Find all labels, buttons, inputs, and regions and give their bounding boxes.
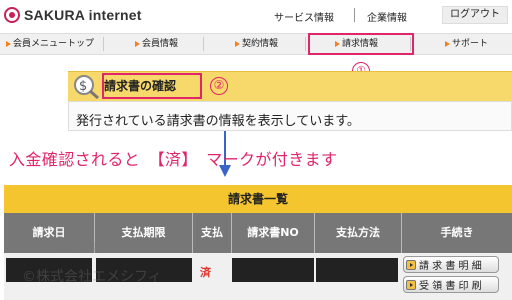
member-nav-bar: 会員メニュートップ 会員情報 契約情報 請求情報 サポート [0,33,512,55]
sakura-logo[interactable]: SAKURA internet [4,6,142,24]
nav-contract-info-label: 契約情報 [242,39,279,49]
nav-member-info[interactable]: 会員情報 [135,34,178,54]
billing-nav-highlight [308,33,414,55]
column-payment: 支払 [201,226,223,239]
watermark-text: 無断転載禁止 [40,240,113,254]
redacted-payment-method [316,258,398,282]
top-header: SAKURA internet サービス情報 企業情報 ログアウト [0,0,512,30]
arrow-right-icon [135,41,140,47]
column-actions: 手続き [440,226,474,239]
arrow-right-icon [445,41,450,47]
paid-mark: 済 [200,266,211,279]
magnifier-icon: $ [74,75,99,99]
play-arrow-icon [406,259,416,270]
sakura-logo-icon [4,7,20,23]
logo-text: SAKURA internet [24,7,142,23]
nav-member-top[interactable]: 会員メニュートップ [6,34,94,54]
column-payment-method: 支払方法 [336,226,380,239]
page-title-highlight [102,73,202,99]
redacted-invoice-no [232,258,314,282]
watermark-copyright: ©株式会社エメシフィ [22,269,162,285]
nav-support[interactable]: サポート [445,34,488,54]
arrow-right-icon [6,41,11,47]
header-divider [354,8,355,22]
print-receipt-label: 受 領 書 印 刷 [419,281,482,292]
invoice-detail-label: 請 求 書 明 細 [419,261,482,272]
nav-divider [103,37,104,51]
nav-support-label: サポート [452,39,489,49]
svg-text:$: $ [79,79,87,94]
nav-contract-info[interactable]: 契約情報 [235,34,278,54]
page-description: 発行されている請求書の情報を表示しています。 [76,114,360,129]
company-info-link[interactable]: 企業情報 [367,9,407,24]
annotation-caption: 入金確認されると 【済】 マークが付きます [9,150,338,169]
nav-member-info-label: 会員情報 [142,39,179,49]
nav-divider [305,37,306,51]
step-2-marker: ② [210,77,228,95]
column-invoice-no: 請求書NO [247,226,299,239]
nav-divider [203,37,204,51]
invoice-detail-button[interactable]: 請 求 書 明 細 [403,256,499,273]
invoice-list-title: 請求書一覧 [4,185,512,213]
service-info-link[interactable]: サービス情報 [274,9,334,24]
logout-button[interactable]: ログアウト [442,6,508,24]
print-receipt-button[interactable]: 受 領 書 印 刷 [403,276,499,293]
nav-member-top-label: 会員メニュートップ [13,39,95,49]
play-arrow-icon [406,279,416,290]
arrow-right-icon [235,41,240,47]
